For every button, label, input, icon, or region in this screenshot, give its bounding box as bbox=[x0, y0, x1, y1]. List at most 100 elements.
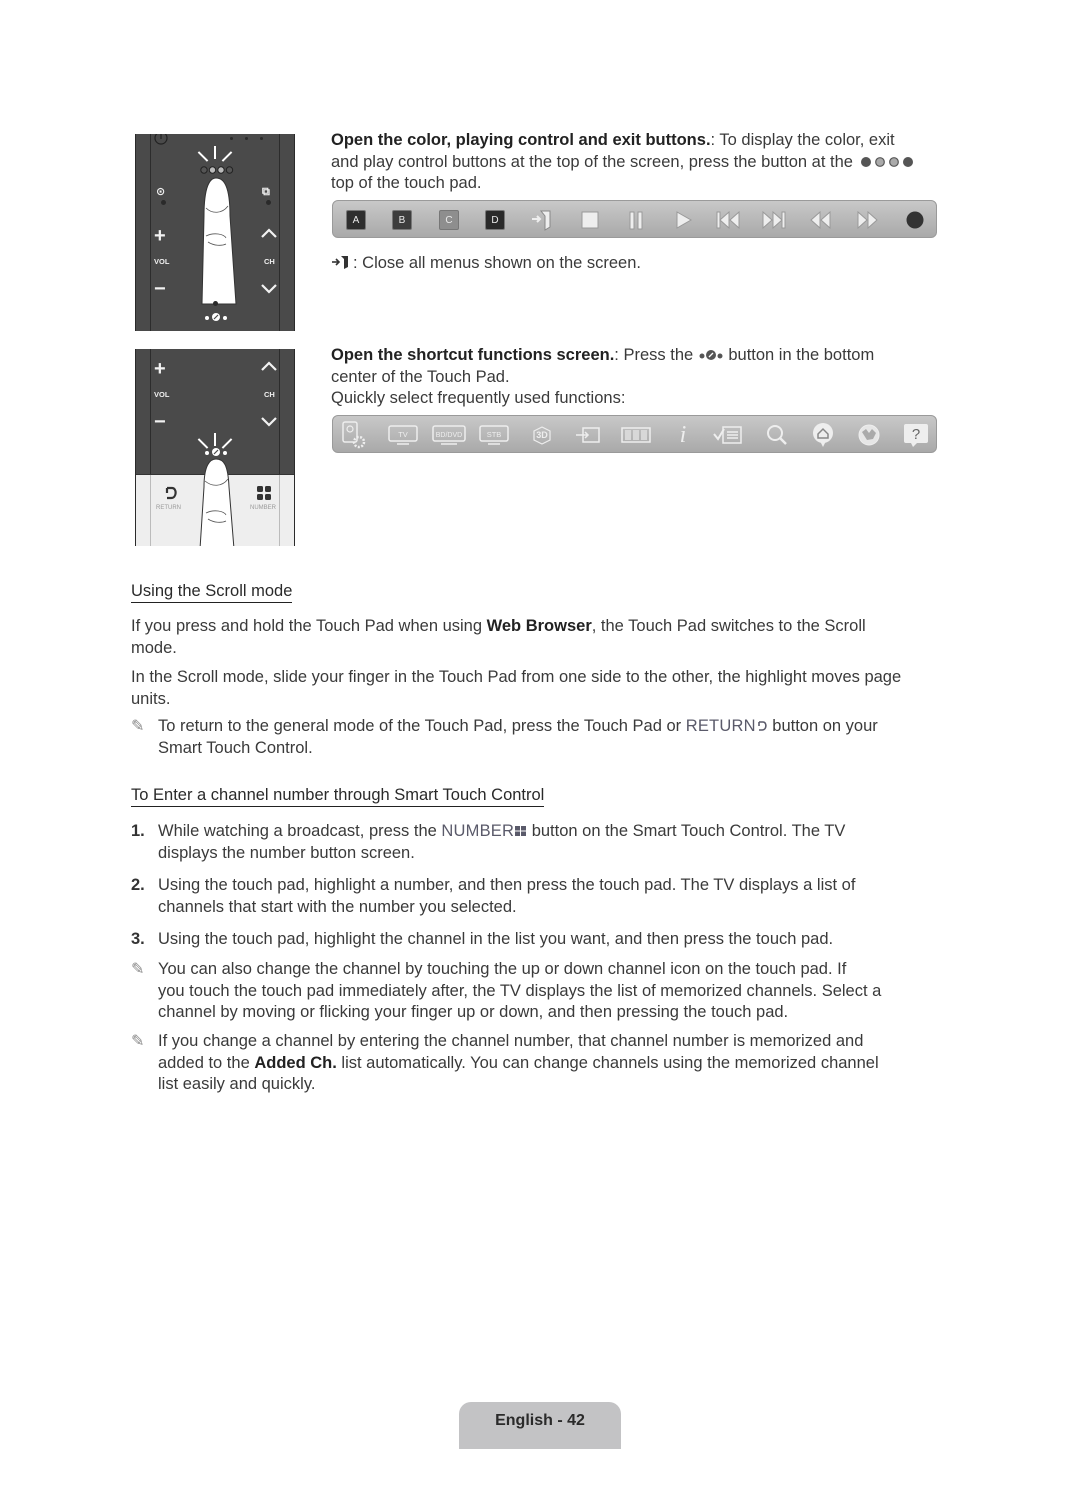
color-button-d[interactable]: D bbox=[482, 207, 508, 233]
indicator-dot bbox=[213, 301, 218, 306]
fast-forward-button[interactable] bbox=[855, 207, 881, 233]
rewind-button[interactable] bbox=[808, 207, 834, 233]
source-icon[interactable]: ⧉ bbox=[262, 182, 270, 202]
history-icon[interactable]: ⊙ bbox=[156, 182, 165, 202]
color-button-b[interactable]: B bbox=[389, 207, 415, 233]
vol-plus-icon[interactable]: + bbox=[154, 226, 166, 246]
settings-power-button[interactable] bbox=[341, 421, 367, 449]
vol-plus-icon[interactable]: + bbox=[154, 359, 166, 379]
scroll-mode-paragraph-2: In the Scroll mode, slide your finger in… bbox=[131, 667, 941, 710]
remote-rail-left bbox=[150, 134, 151, 331]
remote-rail-left bbox=[150, 475, 151, 546]
text: If you change a channel by entering the … bbox=[158, 1032, 864, 1050]
text: Quickly select frequently used functions… bbox=[331, 389, 626, 407]
search-button[interactable] bbox=[764, 422, 790, 448]
fast-forward-icon bbox=[857, 210, 878, 230]
stop-button[interactable] bbox=[577, 207, 603, 233]
text: added to the bbox=[158, 1053, 255, 1072]
tv-button[interactable]: TV bbox=[387, 422, 419, 448]
indicator-dot bbox=[230, 137, 233, 140]
shortcut-icon[interactable] bbox=[204, 447, 228, 457]
text: center of the Touch Pad. bbox=[331, 367, 510, 386]
exit-button[interactable] bbox=[529, 207, 555, 233]
smart-hub-button[interactable] bbox=[810, 422, 836, 448]
power-icon bbox=[154, 134, 168, 145]
note-icon: ✎ bbox=[131, 718, 145, 735]
text: button in the bottom bbox=[723, 346, 875, 364]
text: If you press and hold the Touch Pad when… bbox=[131, 617, 487, 635]
stb-icon-label: STB bbox=[487, 430, 502, 439]
text: list easily and quickly. bbox=[158, 1075, 316, 1093]
info-button[interactable]: i bbox=[670, 422, 696, 448]
indicator-dot bbox=[161, 200, 166, 205]
section-color-buttons: Open the color, playing control and exit… bbox=[331, 130, 941, 195]
tv-icon-label: TV bbox=[398, 430, 408, 439]
exit-icon bbox=[332, 256, 348, 269]
smart-hub-icon bbox=[813, 423, 833, 447]
text: , the Touch Pad switches to the Scroll bbox=[591, 617, 866, 635]
help-icon: ? bbox=[904, 424, 928, 447]
section-shortcut-functions: Open the shortcut functions screen.: Pre… bbox=[331, 345, 941, 410]
chevron-down-icon[interactable] bbox=[261, 417, 277, 427]
number-icon[interactable] bbox=[257, 486, 272, 501]
indicator-dot bbox=[260, 137, 263, 140]
previous-icon bbox=[716, 210, 740, 230]
note-icon: ✎ bbox=[131, 961, 145, 978]
finger-illustration bbox=[199, 458, 235, 546]
next-button[interactable] bbox=[761, 207, 787, 233]
text: list automatically. You can change chann… bbox=[336, 1053, 879, 1072]
remote-rail-right bbox=[279, 475, 280, 546]
exit-icon bbox=[532, 210, 551, 231]
pause-button[interactable] bbox=[623, 207, 649, 233]
web-browser-button[interactable] bbox=[856, 422, 882, 448]
stop-icon bbox=[581, 211, 599, 229]
channel-number-heading: To Enter a channel number through Smart … bbox=[131, 785, 545, 807]
text: Press the bbox=[618, 346, 698, 364]
text: displays the number button screen. bbox=[158, 843, 415, 862]
shortcut-icon[interactable] bbox=[204, 312, 228, 322]
color-dots-icon[interactable] bbox=[199, 165, 235, 175]
text: Smart Touch Control. bbox=[158, 738, 313, 757]
text: You can also change the channel by touch… bbox=[158, 960, 847, 978]
color-button-a[interactable]: A bbox=[343, 207, 369, 233]
pause-icon bbox=[629, 211, 643, 230]
number-icon bbox=[515, 826, 527, 836]
stb-icon: STB bbox=[479, 425, 509, 445]
shortcut-icon bbox=[699, 350, 723, 360]
web-browser-icon bbox=[858, 424, 880, 446]
multi-view-button[interactable] bbox=[621, 422, 651, 448]
info-icon: i bbox=[679, 422, 687, 448]
text: To return to the general mode of the Tou… bbox=[158, 717, 686, 735]
vol-minus-icon[interactable]: − bbox=[154, 279, 166, 299]
return-icon[interactable] bbox=[163, 485, 179, 501]
stb-button[interactable]: STB bbox=[478, 422, 510, 448]
text: In the Scroll mode, slide your finger in… bbox=[131, 668, 902, 686]
help-button[interactable]: ? bbox=[903, 422, 929, 448]
color-key-label: D bbox=[485, 210, 505, 230]
bd-dvd-icon-label: BD/DVD bbox=[436, 432, 462, 439]
step-1: While watching a broadcast, press the NU… bbox=[158, 821, 943, 864]
vol-label: VOL bbox=[154, 257, 170, 266]
bd-dvd-button[interactable]: BD/DVD bbox=[431, 422, 467, 448]
ch-label: CH bbox=[264, 390, 275, 399]
note-icon: ✎ bbox=[131, 1033, 145, 1050]
bd-dvd-icon: BD/DVD bbox=[432, 425, 466, 445]
previous-button[interactable] bbox=[715, 207, 741, 233]
color-button-c[interactable]: C bbox=[436, 207, 462, 233]
added-ch-term: Added Ch. bbox=[254, 1053, 337, 1072]
chevron-up-icon[interactable] bbox=[261, 228, 277, 238]
press-ray bbox=[197, 151, 209, 162]
channel-list-button[interactable] bbox=[713, 422, 743, 448]
play-button[interactable] bbox=[670, 207, 696, 233]
text: top of the touch pad. bbox=[331, 174, 482, 192]
press-ray bbox=[214, 433, 216, 446]
step-number: 1. bbox=[131, 822, 145, 840]
chevron-up-icon[interactable] bbox=[261, 361, 277, 371]
vol-minus-icon[interactable]: − bbox=[154, 412, 166, 432]
next-icon bbox=[762, 210, 786, 230]
source-button[interactable] bbox=[575, 422, 601, 448]
exit-note: : Close all menus shown on the screen. bbox=[331, 253, 941, 275]
3d-button[interactable]: 3D bbox=[529, 422, 555, 448]
chevron-down-icon[interactable] bbox=[261, 284, 277, 294]
record-button[interactable] bbox=[902, 207, 928, 233]
